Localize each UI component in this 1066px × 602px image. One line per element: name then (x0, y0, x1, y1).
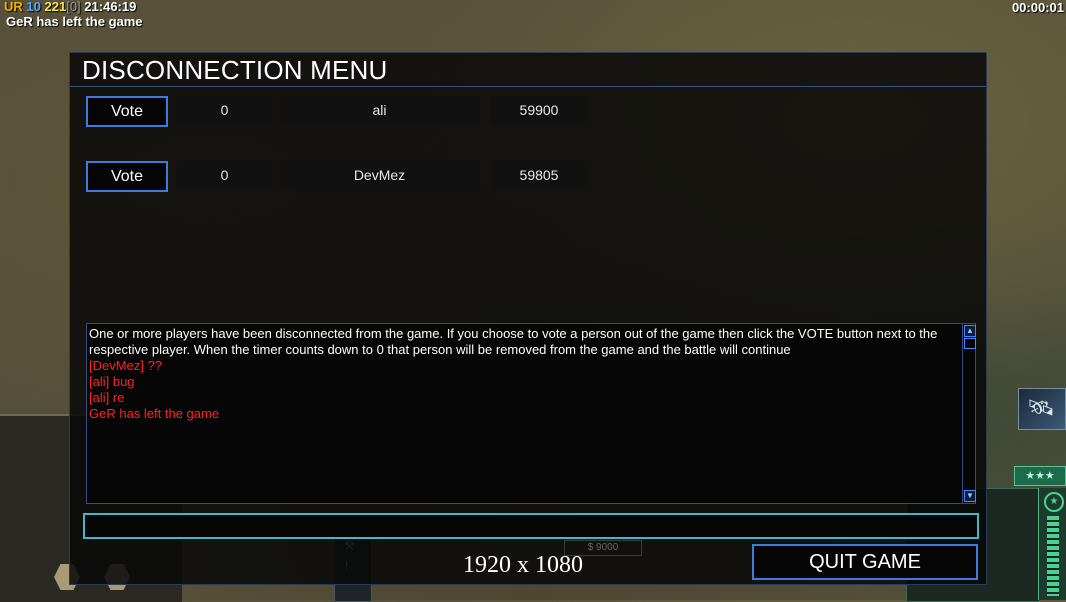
resolution-overlay: 1920 x 1080 (463, 552, 583, 578)
chat-scrollbar[interactable]: ▲ ▼ (962, 324, 976, 503)
power-panel: ★ (1038, 488, 1066, 600)
rank-stars-icon: ★★★ (1014, 466, 1066, 486)
scroll-thumb[interactable] (964, 338, 976, 349)
hud-count: 221 (44, 0, 67, 14)
title-divider (70, 86, 986, 87)
chat-system-message: One or more players have been disconnect… (89, 326, 938, 357)
hud-ur-label: UR (4, 0, 23, 14)
player-1-name: ali (279, 96, 480, 125)
chat-message: [DevMez] ?? (89, 358, 162, 373)
hud-clock: 21:46:19 (84, 0, 137, 14)
power-bar (1047, 516, 1059, 596)
satellite-icon[interactable]: 🛰 (1018, 388, 1066, 430)
star-icon: ★ (1044, 492, 1064, 512)
chat-message: [ali] re (89, 390, 125, 405)
chat-text: One or more players have been disconnect… (89, 326, 961, 422)
player-2-votes: 0 (177, 161, 272, 190)
player-1-votes: 0 (177, 96, 272, 125)
player-2-name: DevMez (279, 161, 480, 190)
hud-level: 10 (26, 0, 41, 14)
chat-log[interactable]: One or more players have been disconnect… (86, 323, 976, 504)
quit-game-button[interactable]: QUIT GAME (752, 544, 978, 580)
player-2-ping: 59805 (491, 161, 587, 190)
hud-bracket: [0] (66, 0, 81, 14)
hud-timer: 00:00:01 (1011, 0, 1064, 15)
disconnection-dialog: DISCONNECTION MENU Vote 0 ali 59900 Vote… (69, 52, 987, 585)
hud-status-line: UR 10 221[0] 21:46:19 (4, 0, 136, 14)
vote-button-player-2[interactable]: Vote (86, 161, 168, 192)
scroll-up-icon[interactable]: ▲ (964, 325, 976, 337)
chat-message: [ali] bug (89, 374, 135, 389)
vote-button-player-1[interactable]: Vote (86, 96, 168, 127)
hud-message: GeR has left the game (6, 14, 143, 29)
dialog-title: DISCONNECTION MENU (82, 55, 388, 85)
chat-message: GeR has left the game (89, 406, 220, 421)
scroll-down-icon[interactable]: ▼ (964, 490, 976, 502)
player-1-ping: 59900 (491, 96, 587, 125)
chat-input[interactable] (83, 513, 979, 539)
